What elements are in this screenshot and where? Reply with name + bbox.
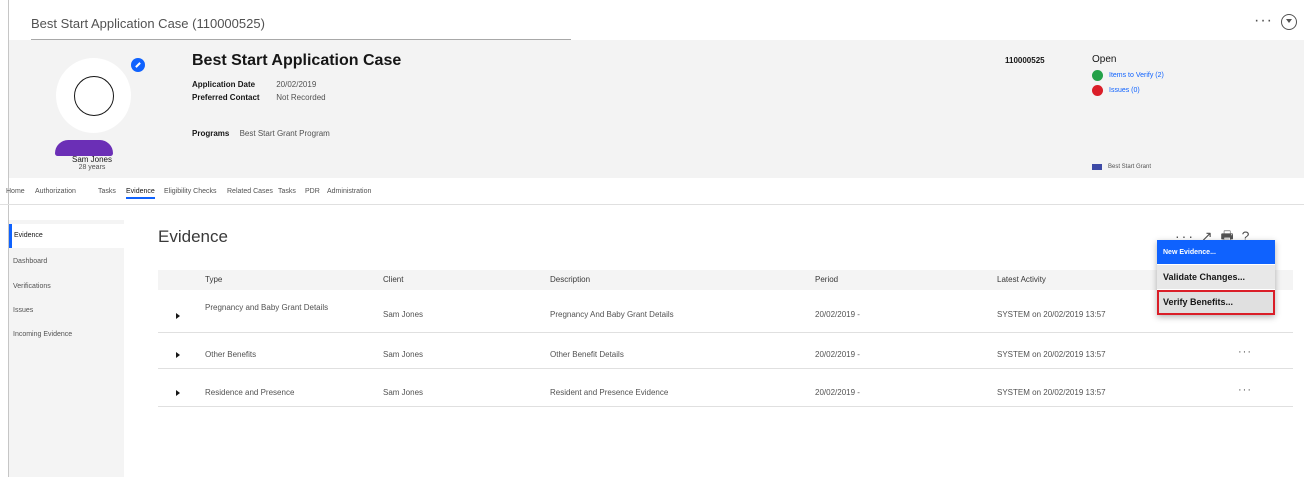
cell-latest-activity: SYSTEM on 20/02/2019 13:57 (997, 350, 1106, 359)
cell-client: Sam Jones (383, 310, 424, 319)
row-overflow-icon[interactable]: ··· (1238, 384, 1252, 396)
edit-icon[interactable] (131, 58, 145, 72)
verify-status-icon (1092, 70, 1103, 81)
row-overflow-icon[interactable]: ··· (1238, 346, 1252, 358)
case-header: Sam Jones 28 years Best Start Applicatio… (9, 40, 1304, 178)
tab-tasks-2[interactable]: Tasks (278, 188, 296, 195)
sidebar-item-issues[interactable]: Issues (9, 299, 124, 323)
program-icon (1092, 164, 1102, 170)
tab-related-cases[interactable]: Related Cases (227, 188, 273, 195)
programs-value[interactable]: Best Start Grant Program (240, 129, 330, 138)
title-more-icon[interactable]: ··· (1254, 12, 1273, 30)
programs-label: Programs (192, 129, 230, 138)
cell-description: Resident and Presence Evidence (550, 388, 669, 397)
preferred-contact-row: Preferred Contact Not Recorded (192, 93, 326, 102)
application-date-row: Application Date 20/02/2019 (192, 80, 316, 89)
column-header-period[interactable]: Period (815, 275, 838, 284)
table-row[interactable]: Residence and Presence Sam Jones Residen… (158, 381, 1293, 407)
page-title: Evidence (158, 227, 228, 246)
expand-row-icon[interactable] (176, 313, 180, 319)
issues-label[interactable]: Issues (0) (1109, 87, 1140, 94)
avatar-body-shape (55, 140, 113, 156)
cell-period: 20/02/2019 - (815, 310, 860, 319)
program-badge[interactable]: Best Start Grant (1092, 164, 1151, 170)
case-status: Open (1092, 54, 1117, 65)
expand-row-icon[interactable] (176, 390, 180, 396)
cell-client: Sam Jones (383, 350, 424, 359)
cell-description: Other Benefit Details (550, 350, 624, 359)
menu-item-verify-benefits[interactable]: Verify Benefits... (1157, 290, 1275, 315)
table-header: Type Client Description Period Latest Ac… (158, 270, 1293, 290)
expand-row-icon[interactable] (176, 352, 180, 358)
side-nav: Evidence Dashboard Verifications Issues … (9, 220, 124, 477)
preferred-contact-value: Not Recorded (276, 93, 326, 102)
issues-status-icon (1092, 85, 1103, 96)
person-name[interactable]: Sam Jones (57, 155, 127, 164)
table-row[interactable]: Pregnancy and Baby Grant Details Sam Jon… (158, 295, 1293, 333)
cell-type: Residence and Presence (205, 388, 295, 397)
menu-item-validate-changes[interactable]: Validate Changes... (1157, 265, 1275, 290)
table-row[interactable]: Other Benefits Sam Jones Other Benefit D… (158, 343, 1293, 369)
items-to-verify-link[interactable]: Items to Verify (2) (1092, 70, 1164, 81)
menu-item-new-evidence[interactable]: New Evidence... (1157, 240, 1275, 265)
case-reference: 110000525 (1005, 56, 1045, 65)
column-header-type[interactable]: Type (205, 275, 222, 284)
column-header-description[interactable]: Description (550, 275, 590, 284)
tab-home[interactable]: Home (6, 188, 25, 195)
tab-pdr[interactable]: PDR (305, 188, 320, 195)
issues-link[interactable]: Issues (0) (1092, 85, 1140, 96)
avatar: Sam Jones 28 years (51, 58, 151, 178)
tab-administration[interactable]: Administration (327, 188, 371, 195)
evidence-actions-menu: New Evidence... Validate Changes... Veri… (1157, 240, 1275, 315)
sidebar-item-verifications[interactable]: Verifications (9, 275, 124, 299)
title-bar: Best Start Application Case (110000525) … (9, 10, 1304, 40)
avatar-icon (56, 58, 131, 133)
cell-type: Other Benefits (205, 350, 257, 359)
chevron-down-icon[interactable] (1281, 14, 1297, 30)
cell-period: 20/02/2019 - (815, 388, 860, 397)
case-heading: Best Start Application Case (192, 52, 402, 69)
cell-type: Pregnancy and Baby Grant Details (205, 303, 329, 312)
application-date-label: Application Date (192, 80, 256, 89)
cell-client: Sam Jones (383, 388, 424, 397)
cell-period: 20/02/2019 - (815, 350, 860, 359)
column-header-latest-activity[interactable]: Latest Activity (997, 275, 1046, 284)
tab-tasks[interactable]: Tasks (98, 188, 116, 195)
tab-eligibility-checks[interactable]: Eligibility Checks (164, 188, 217, 195)
tab-authorization[interactable]: Authorization (35, 188, 76, 195)
tab-evidence[interactable]: Evidence (126, 188, 155, 199)
application-date-value: 20/02/2019 (276, 80, 317, 89)
cell-latest-activity: SYSTEM on 20/02/2019 13:57 (997, 310, 1106, 319)
program-badge-label: Best Start Grant (1108, 164, 1152, 170)
case-tabs: Home Authorization Tasks Evidence Eligib… (0, 182, 1304, 206)
programs-row: Programs Best Start Grant Program (192, 129, 330, 138)
cell-description: Pregnancy And Baby Grant Details (550, 310, 674, 319)
preferred-contact-label: Preferred Contact (192, 93, 260, 102)
person-age: 28 years (78, 164, 106, 171)
column-header-client[interactable]: Client (383, 275, 403, 284)
tabs-divider (0, 204, 1304, 205)
sidebar-item-dashboard[interactable]: Dashboard (9, 250, 124, 274)
sidebar-item-evidence[interactable]: Evidence (9, 224, 124, 248)
items-to-verify-label[interactable]: Items to Verify (2) (1109, 72, 1164, 79)
case-title-tab[interactable]: Best Start Application Case (110000525) (31, 14, 571, 40)
sidebar-item-incoming-evidence[interactable]: Incoming Evidence (9, 323, 124, 347)
cell-latest-activity: SYSTEM on 20/02/2019 13:57 (997, 388, 1106, 397)
